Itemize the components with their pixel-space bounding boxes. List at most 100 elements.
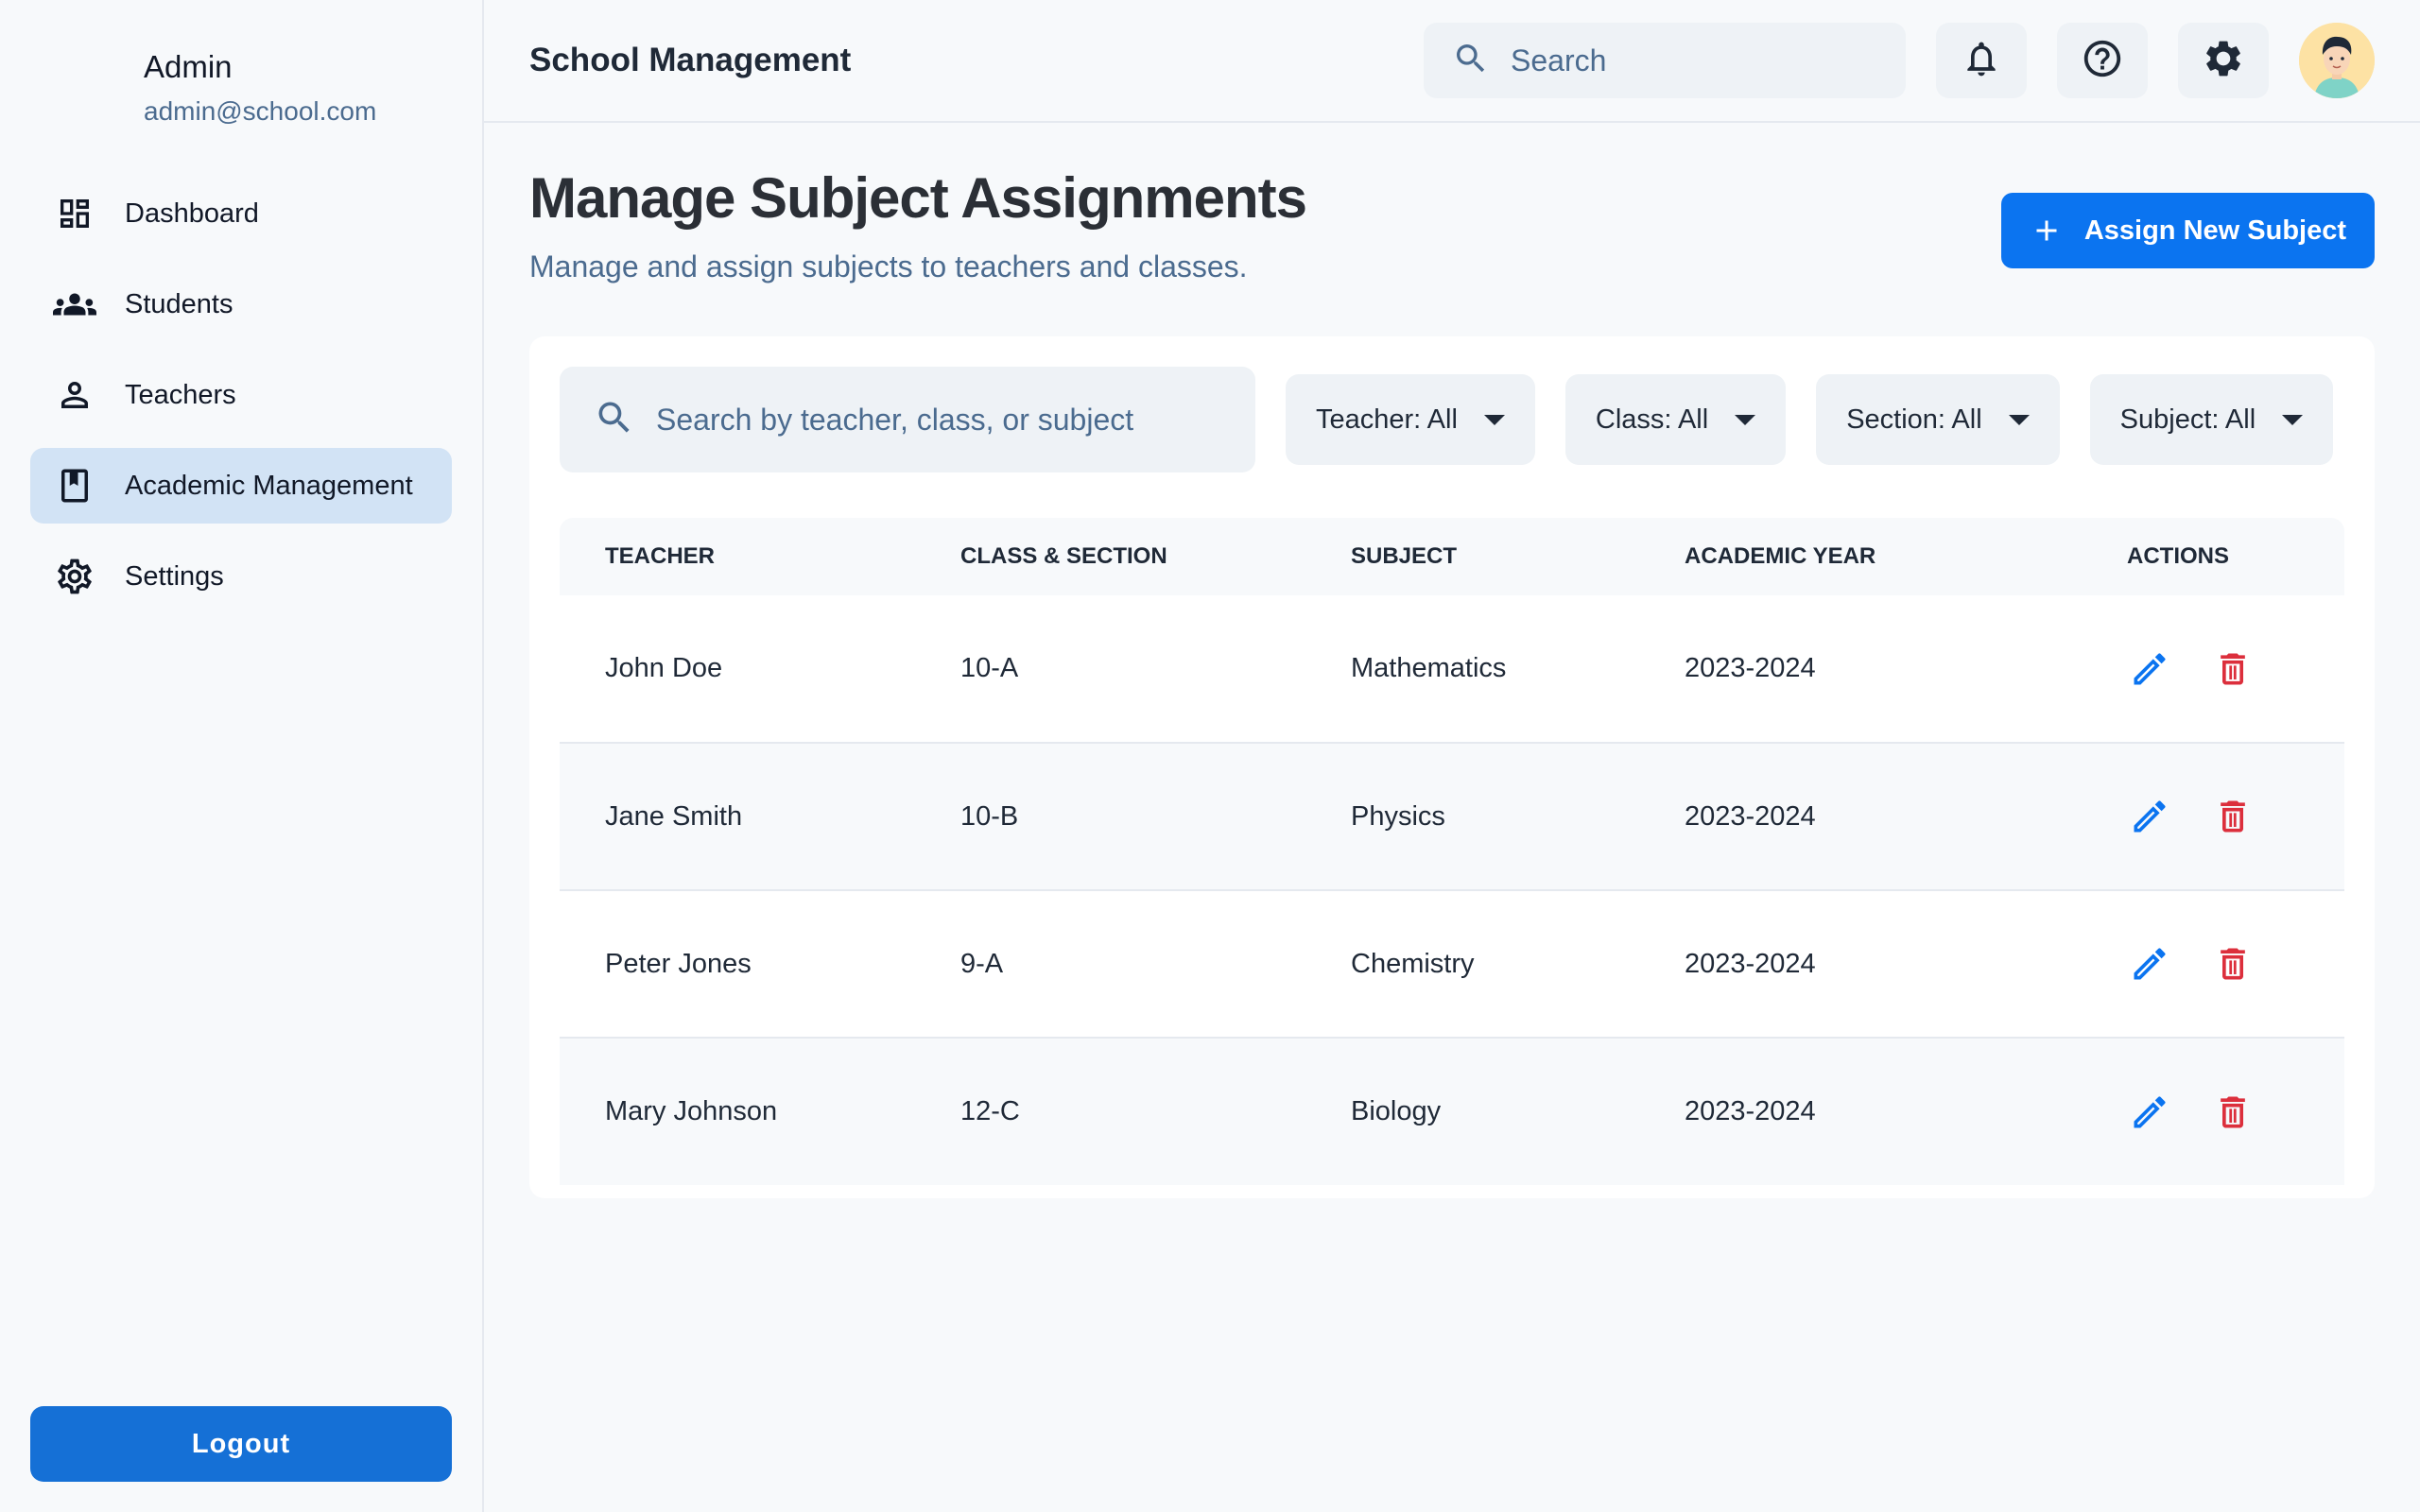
settings-button[interactable] xyxy=(2178,23,2269,98)
avatar[interactable] xyxy=(2299,23,2375,98)
sidebar-item-label: Teachers xyxy=(125,379,236,410)
pencil-icon xyxy=(2134,948,2166,980)
column-header-teacher[interactable]: TEACHER xyxy=(560,518,915,595)
sidebar-nav: Dashboard Students Teachers Academic Man… xyxy=(30,176,452,629)
sidebar-item-label: Dashboard xyxy=(125,198,259,229)
table-row: Mary Johnson 12-C Biology 2023-2024 xyxy=(560,1038,2344,1185)
profile-email: admin@school.com xyxy=(144,96,377,126)
main-content: School Management Search Manage Subject … xyxy=(484,0,2420,1512)
sidebar-item-dashboard[interactable]: Dashboard xyxy=(30,176,452,251)
cell-teacher: Jane Smith xyxy=(560,743,915,891)
subject-filter-dropdown[interactable]: Subject: All xyxy=(2089,374,2334,465)
column-header-class-section[interactable]: CLASS & SECTION xyxy=(915,518,1305,595)
top-bar-actions: Search xyxy=(1424,23,2375,98)
cell-academic-year: 2023-2024 xyxy=(1639,595,2082,744)
delete-button[interactable] xyxy=(2210,1090,2256,1135)
notifications-button[interactable] xyxy=(1936,23,2027,98)
pencil-icon xyxy=(2134,1095,2166,1127)
edit-button[interactable] xyxy=(2127,794,2172,839)
table-row: Peter Jones 9-A Chemistry 2023-2024 xyxy=(560,890,2344,1039)
avatar-illustration xyxy=(2299,23,2375,98)
book-icon xyxy=(53,464,96,507)
delete-button[interactable] xyxy=(2210,794,2256,839)
profile-name: Admin xyxy=(144,49,233,84)
assign-new-subject-button[interactable]: Assign New Subject xyxy=(2000,193,2375,268)
cell-academic-year: 2023-2024 xyxy=(1639,890,2082,1039)
sidebar: Admin admin@school.com Dashboard Student… xyxy=(0,0,484,1512)
cell-class-section: 10-A xyxy=(915,595,1305,744)
gear-icon xyxy=(2203,38,2244,84)
class-filter-value: Class: All xyxy=(1595,404,1709,435)
top-bar: School Management Search xyxy=(484,0,2420,123)
trash-icon xyxy=(2221,653,2245,684)
students-icon xyxy=(53,283,96,326)
sidebar-item-label: Students xyxy=(125,288,233,319)
help-button[interactable] xyxy=(2057,23,2148,98)
chevron-down-icon xyxy=(1735,414,1756,425)
cell-subject: Chemistry xyxy=(1305,890,1639,1039)
edit-button[interactable] xyxy=(2127,941,2172,987)
sidebar-item-academic-management[interactable]: Academic Management xyxy=(30,448,452,524)
pencil-icon xyxy=(2134,652,2166,684)
assignment-search-input[interactable]: Search by teacher, class, or subject xyxy=(560,367,1255,472)
sidebar-item-settings[interactable]: Settings xyxy=(30,539,452,614)
cell-actions xyxy=(2082,595,2344,744)
cell-actions xyxy=(2082,1038,2344,1185)
column-header-actions: ACTIONS xyxy=(2127,543,2229,569)
sidebar-item-label: Settings xyxy=(125,560,224,592)
trash-icon xyxy=(2221,1096,2245,1127)
subject-filter-value: Subject: All xyxy=(2119,404,2256,435)
cell-subject: Mathematics xyxy=(1305,595,1639,744)
cell-subject: Physics xyxy=(1305,743,1639,891)
column-header-academic-year[interactable]: ACADEMIC YEAR xyxy=(1639,518,2082,595)
table-row: John Doe 10-A Mathematics 2023-2024 xyxy=(560,595,2344,744)
assignments-card: Search by teacher, class, or subject Tea… xyxy=(529,336,2375,1198)
cell-subject: Biology xyxy=(1351,1096,1442,1126)
delete-button[interactable] xyxy=(2210,941,2256,987)
column-header-subject[interactable]: SUBJECT xyxy=(1305,518,1639,595)
class-filter-dropdown[interactable]: Class: All xyxy=(1564,374,1787,465)
assignment-search-placeholder: Search by teacher, class, or subject xyxy=(656,402,1134,437)
profile: Admin admin@school.com xyxy=(144,49,376,127)
search-icon xyxy=(594,397,635,443)
section-filter-value: Section: All xyxy=(1846,404,1982,435)
app: Admin admin@school.com Dashboard Student… xyxy=(0,0,2420,1512)
chevron-down-icon xyxy=(1483,414,1505,425)
cell-teacher: Peter Jones xyxy=(560,890,915,1039)
logout-button[interactable]: Logout xyxy=(30,1406,452,1482)
edit-button[interactable] xyxy=(2127,646,2172,692)
sidebar-item-teachers[interactable]: Teachers xyxy=(30,357,452,433)
cell-academic-year: 2023-2024 xyxy=(1639,743,2082,891)
filter-bar: Search by teacher, class, or subject Tea… xyxy=(560,367,2344,472)
table-header: TEACHER CLASS & SECTION SUBJECT ACADEMIC… xyxy=(560,518,2344,595)
global-search-placeholder: Search xyxy=(1511,43,1607,77)
cell-teacher: John Doe xyxy=(560,595,915,744)
table-body: John Doe 10-A Mathematics 2023-2024 Jane… xyxy=(560,595,2344,1185)
person-icon xyxy=(53,373,96,417)
trash-icon xyxy=(2221,800,2245,833)
table-row: Jane Smith 10-B Physics 2023-2024 xyxy=(560,743,2344,891)
bell-icon xyxy=(1961,38,2002,84)
help-icon xyxy=(2081,37,2124,85)
global-search-input[interactable]: Search xyxy=(1424,23,1906,98)
cell-actions xyxy=(2082,890,2344,1039)
edit-button[interactable] xyxy=(2127,1090,2172,1135)
chevron-down-icon xyxy=(2008,414,2030,425)
assign-new-subject-label: Assign New Subject xyxy=(2083,215,2346,246)
dashboard-icon xyxy=(53,192,96,235)
cell-teacher: Mary Johnson xyxy=(605,1096,778,1126)
teacher-filter-value: Teacher: All xyxy=(1316,404,1458,435)
cell-actions xyxy=(2082,743,2344,891)
sidebar-item-students[interactable]: Students xyxy=(30,266,452,342)
cell-academic-year: 2023-2024 xyxy=(1685,1096,1816,1126)
delete-button[interactable] xyxy=(2210,646,2256,692)
search-icon xyxy=(1452,40,1490,82)
teacher-filter-dropdown[interactable]: Teacher: All xyxy=(1286,374,1535,465)
gear-icon xyxy=(53,555,96,598)
cell-class-section: 12-C xyxy=(960,1096,1020,1126)
cell-class-section: 10-B xyxy=(915,743,1305,891)
section-filter-dropdown[interactable]: Section: All xyxy=(1816,374,2060,465)
chevron-down-icon xyxy=(2282,414,2304,425)
sidebar-item-label: Academic Management xyxy=(125,470,413,501)
cell-class-section: 9-A xyxy=(915,890,1305,1039)
